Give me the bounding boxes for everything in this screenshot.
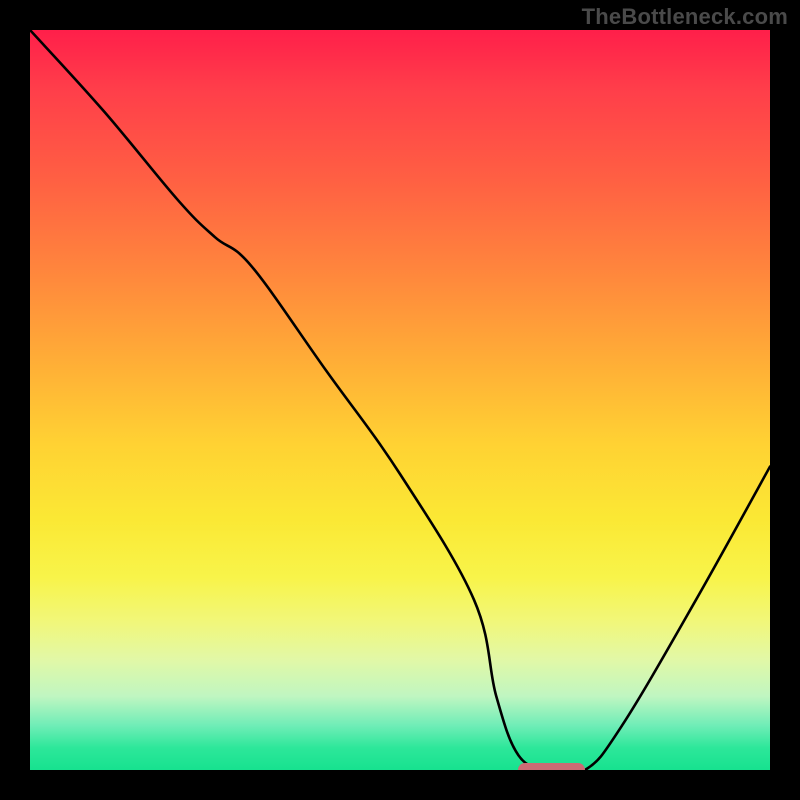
optimal-range-marker [518, 763, 585, 770]
attribution-text: TheBottleneck.com [582, 4, 788, 30]
bottleneck-curve [30, 30, 770, 770]
plot-area [30, 30, 770, 770]
chart-frame: TheBottleneck.com [0, 0, 800, 800]
